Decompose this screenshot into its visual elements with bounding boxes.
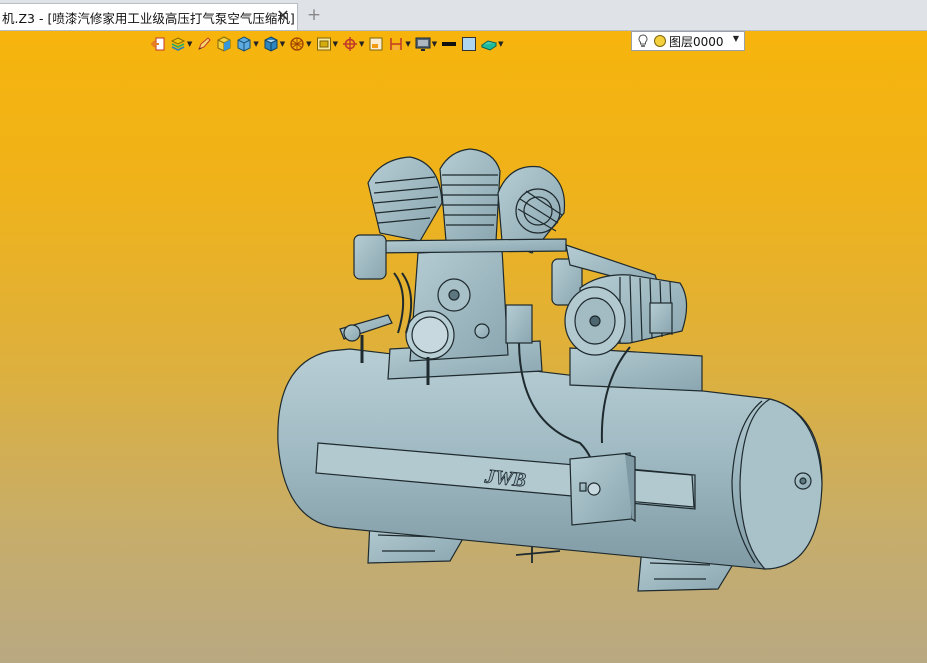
cylinder-left — [367, 156, 443, 242]
brand-logo: JWB — [483, 465, 527, 491]
document-tab[interactable]: 机.Z3 - [喷漆汽修家用工业级高压打气泵空气压缩机] ✕ — [0, 3, 298, 30]
intercooler-pipe — [369, 238, 567, 254]
dimension-icon — [390, 38, 403, 50]
dropdown-arrow-icon: ▼ — [332, 40, 338, 48]
tab-title: 机.Z3 - [喷漆汽修家用工业级高压打气泵空气压缩机] — [2, 10, 295, 26]
dropdown-arrow-icon: ▼ — [187, 40, 193, 48]
view-cube-icon — [264, 36, 278, 52]
cube-yellow-icon — [217, 36, 231, 52]
view-toolbar: ▼ ▼ ▼ ▼ ▼ ▼ ▼ ▼ ▼ — [150, 33, 508, 55]
display-button[interactable]: ▼ — [415, 34, 437, 54]
layers-stack-icon — [170, 37, 186, 51]
dropdown-arrow-icon: ▼ — [358, 40, 365, 48]
layers-button[interactable]: ▼ — [170, 34, 192, 54]
motor-junction-box — [649, 302, 673, 334]
pencil-icon — [198, 37, 212, 50]
view-cube-button[interactable]: ▼ — [263, 34, 285, 54]
air-filter-left — [353, 234, 387, 280]
dropdown-arrow-icon: ▼ — [405, 40, 411, 48]
layer-select[interactable]: 图层0000 ▼ — [631, 31, 745, 51]
layer-color-dot-icon — [654, 35, 666, 47]
frame-icon — [369, 37, 383, 51]
plane-icon — [481, 40, 498, 51]
monitor-icon — [415, 37, 431, 51]
render-mode-button[interactable]: ▼ — [316, 34, 338, 54]
cube-blue-icon — [237, 36, 251, 52]
dropdown-arrow-icon: ▼ — [306, 40, 312, 48]
shaded-button[interactable] — [216, 34, 232, 54]
frame-button[interactable] — [368, 34, 384, 54]
crosshair-target-icon — [342, 37, 357, 51]
drain-hose — [515, 547, 561, 563]
pressure-switch — [505, 304, 533, 344]
tab-bar: 机.Z3 - [喷漆汽修家用工业级高压打气泵空气压缩机] ✕ + — [0, 0, 927, 31]
exit-button[interactable] — [150, 34, 166, 54]
wireframe-sphere-icon — [290, 37, 304, 51]
plane-button[interactable]: ▼ — [481, 34, 504, 54]
layer-name: 图层0000 — [669, 34, 724, 49]
fill-color-swatch — [462, 37, 477, 51]
target-button[interactable]: ▼ — [342, 34, 364, 54]
dropdown-arrow-icon: ▼ — [279, 40, 286, 48]
solid-button[interactable]: ▼ — [236, 34, 259, 54]
dropdown-arrow-icon: ▼ — [431, 40, 438, 48]
3d-viewport[interactable]: ▼ ▼ ▼ ▼ ▼ ▼ ▼ ▼ ▼ 图层0000 ▼ JWB — [0, 31, 927, 663]
dropdown-arrow-icon: ▼ — [498, 40, 504, 48]
close-icon[interactable]: ✕ — [275, 8, 291, 24]
line-color-swatch — [442, 42, 457, 46]
coil-pipe — [393, 272, 413, 334]
dimension-button[interactable]: ▼ — [388, 34, 411, 54]
render-mode-icon — [316, 37, 331, 51]
control-box — [569, 452, 633, 526]
new-tab-button[interactable]: + — [305, 5, 323, 25]
sketch-button[interactable] — [196, 34, 212, 54]
air-compressor-model[interactable]: JWB — [270, 123, 830, 593]
chevron-down-icon: ▼ — [732, 34, 739, 43]
line-color-button[interactable] — [441, 34, 457, 54]
light-bulb-icon — [638, 34, 648, 47]
fill-color-button[interactable] — [461, 34, 477, 54]
dropdown-arrow-icon: ▼ — [253, 40, 259, 48]
cylinder-center — [439, 148, 501, 242]
exit-icon — [150, 37, 165, 51]
wireframe-button[interactable]: ▼ — [289, 34, 312, 54]
